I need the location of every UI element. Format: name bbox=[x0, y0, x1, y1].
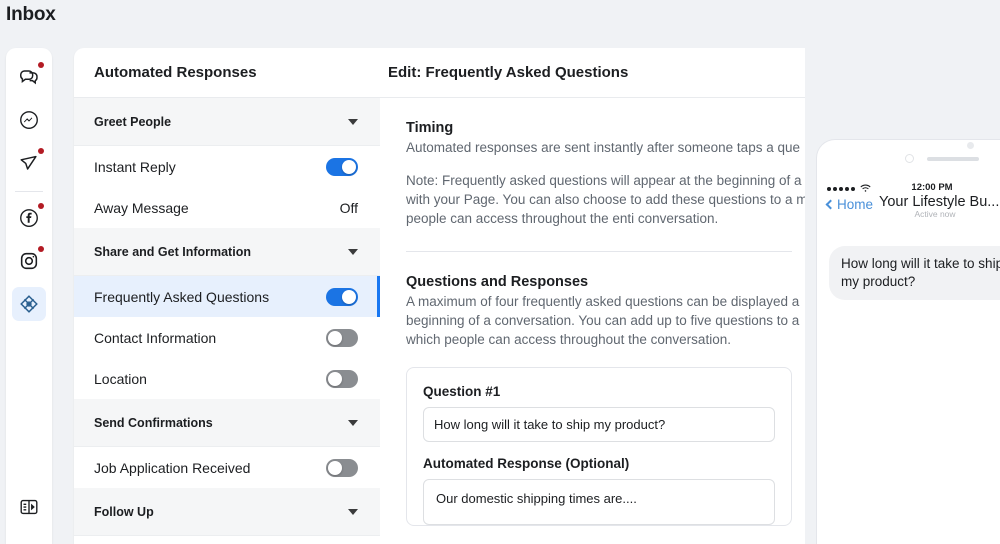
menu-row-location[interactable]: Location bbox=[74, 358, 380, 399]
back-label: Home bbox=[837, 197, 874, 212]
automated-responses-icon bbox=[18, 293, 40, 315]
menu-panel-title: Automated Responses bbox=[74, 48, 380, 98]
chevron-down-icon bbox=[348, 118, 358, 125]
toggle-panel-icon bbox=[18, 496, 40, 523]
menu-row-label: Location bbox=[94, 370, 147, 387]
notification-badge bbox=[38, 62, 44, 68]
menu-row-label: Away Message bbox=[94, 199, 189, 216]
camera-icon bbox=[905, 154, 914, 163]
job-application-received-toggle[interactable] bbox=[326, 458, 358, 477]
phone-preview-pane: 12:00 PM Home Your Lifestyle Bu... Activ… bbox=[805, 48, 1000, 544]
phone-mockup: 12:00 PM Home Your Lifestyle Bu... Activ… bbox=[817, 140, 1000, 544]
phone-top-bezel bbox=[817, 140, 1000, 178]
phone-clock: 12:00 PM bbox=[911, 182, 953, 193]
contact-information-toggle[interactable] bbox=[326, 328, 358, 347]
send-icon bbox=[18, 152, 40, 174]
instagram-icon bbox=[18, 250, 40, 272]
conversation-status: Active now bbox=[914, 209, 956, 219]
facebook-icon bbox=[18, 207, 40, 229]
conversation-title: Your Lifestyle Bu... bbox=[879, 194, 1000, 210]
chevron-left-icon bbox=[825, 199, 836, 210]
automated-responses-menu-panel: Automated Responses Greet People Instant… bbox=[74, 48, 380, 544]
question-input[interactable]: How long will it take to ship my product… bbox=[423, 407, 775, 443]
page-title: Inbox bbox=[6, 4, 56, 25]
speaker-grill bbox=[927, 157, 979, 161]
sensor-dot-icon bbox=[967, 142, 974, 149]
menu-row-label: Contact Information bbox=[94, 329, 217, 346]
menu-group-share-and-get-information[interactable]: Share and Get Information bbox=[74, 228, 380, 276]
menu-group-label: Greet People bbox=[94, 114, 172, 129]
back-to-home-button[interactable]: Home bbox=[825, 197, 874, 212]
notification-badge bbox=[38, 148, 44, 154]
inbox-automated-responses-screen: Inbox Automated Responses Greet People I… bbox=[0, 0, 1000, 544]
menu-row-label: Frequently Asked Questions bbox=[94, 288, 270, 305]
phone-nav-center: Your Lifestyle Bu... Active now bbox=[879, 194, 1000, 219]
location-toggle[interactable] bbox=[326, 369, 358, 388]
away-message-state: Off bbox=[339, 199, 358, 216]
menu-row-contact-information[interactable]: Contact Information bbox=[74, 317, 380, 358]
question-label: Question #1 bbox=[423, 384, 501, 400]
channel-icon-rail bbox=[6, 48, 52, 544]
automated-response-input[interactable]: Our domestic shipping times are.... bbox=[423, 479, 775, 526]
instant-reply-toggle[interactable] bbox=[326, 157, 358, 176]
rail-divider bbox=[15, 191, 43, 192]
rail-item-messenger[interactable] bbox=[12, 103, 46, 137]
rail-item-facebook[interactable] bbox=[12, 201, 46, 235]
questions-text: A maximum of four frequently asked quest… bbox=[406, 293, 800, 347]
preview-message-bubble: How long will it take to ship my product… bbox=[829, 246, 1000, 301]
menu-row-instant-reply[interactable]: Instant Reply bbox=[74, 146, 380, 187]
messages-icon bbox=[18, 66, 40, 88]
menu-row-label: Instant Reply bbox=[94, 158, 176, 175]
phone-nav-bar: Home Your Lifestyle Bu... Active now bbox=[817, 194, 1000, 230]
menu-row-job-application-received[interactable]: Job Application Received bbox=[74, 447, 380, 488]
content-title: Edit: Frequently Asked Questions bbox=[388, 64, 629, 81]
automated-response-label: Automated Response (Optional) bbox=[423, 456, 630, 472]
chevron-down-icon bbox=[348, 248, 358, 255]
menu-group-follow-up[interactable]: Follow Up bbox=[74, 488, 380, 536]
menu-row-label: Job Application Received bbox=[94, 459, 251, 476]
rail-item-send[interactable] bbox=[12, 146, 46, 180]
rail-item-automated-responses[interactable] bbox=[12, 287, 46, 321]
menu-row-away-message[interactable]: Away Message Off bbox=[74, 187, 380, 228]
question-card: Question #1 How long will it take to shi… bbox=[406, 367, 792, 527]
menu-group-label: Share and Get Information bbox=[94, 244, 251, 259]
menu-group-greet-people[interactable]: Greet People bbox=[74, 98, 380, 146]
toggle-panel-button[interactable] bbox=[12, 492, 46, 526]
menu-row-frequently-asked-questions[interactable]: Frequently Asked Questions bbox=[74, 276, 380, 317]
faq-toggle[interactable] bbox=[326, 287, 358, 306]
rail-item-instagram[interactable] bbox=[12, 244, 46, 278]
chevron-down-icon bbox=[348, 508, 358, 515]
notification-badge bbox=[38, 203, 44, 209]
menu-group-send-confirmations[interactable]: Send Confirmations bbox=[74, 399, 380, 447]
menu-group-label: Send Confirmations bbox=[94, 415, 213, 430]
rail-item-messages[interactable] bbox=[12, 60, 46, 94]
chevron-down-icon bbox=[348, 419, 358, 426]
menu-group-label: Follow Up bbox=[94, 504, 154, 519]
messenger-icon bbox=[18, 109, 40, 131]
notification-badge bbox=[38, 246, 44, 252]
